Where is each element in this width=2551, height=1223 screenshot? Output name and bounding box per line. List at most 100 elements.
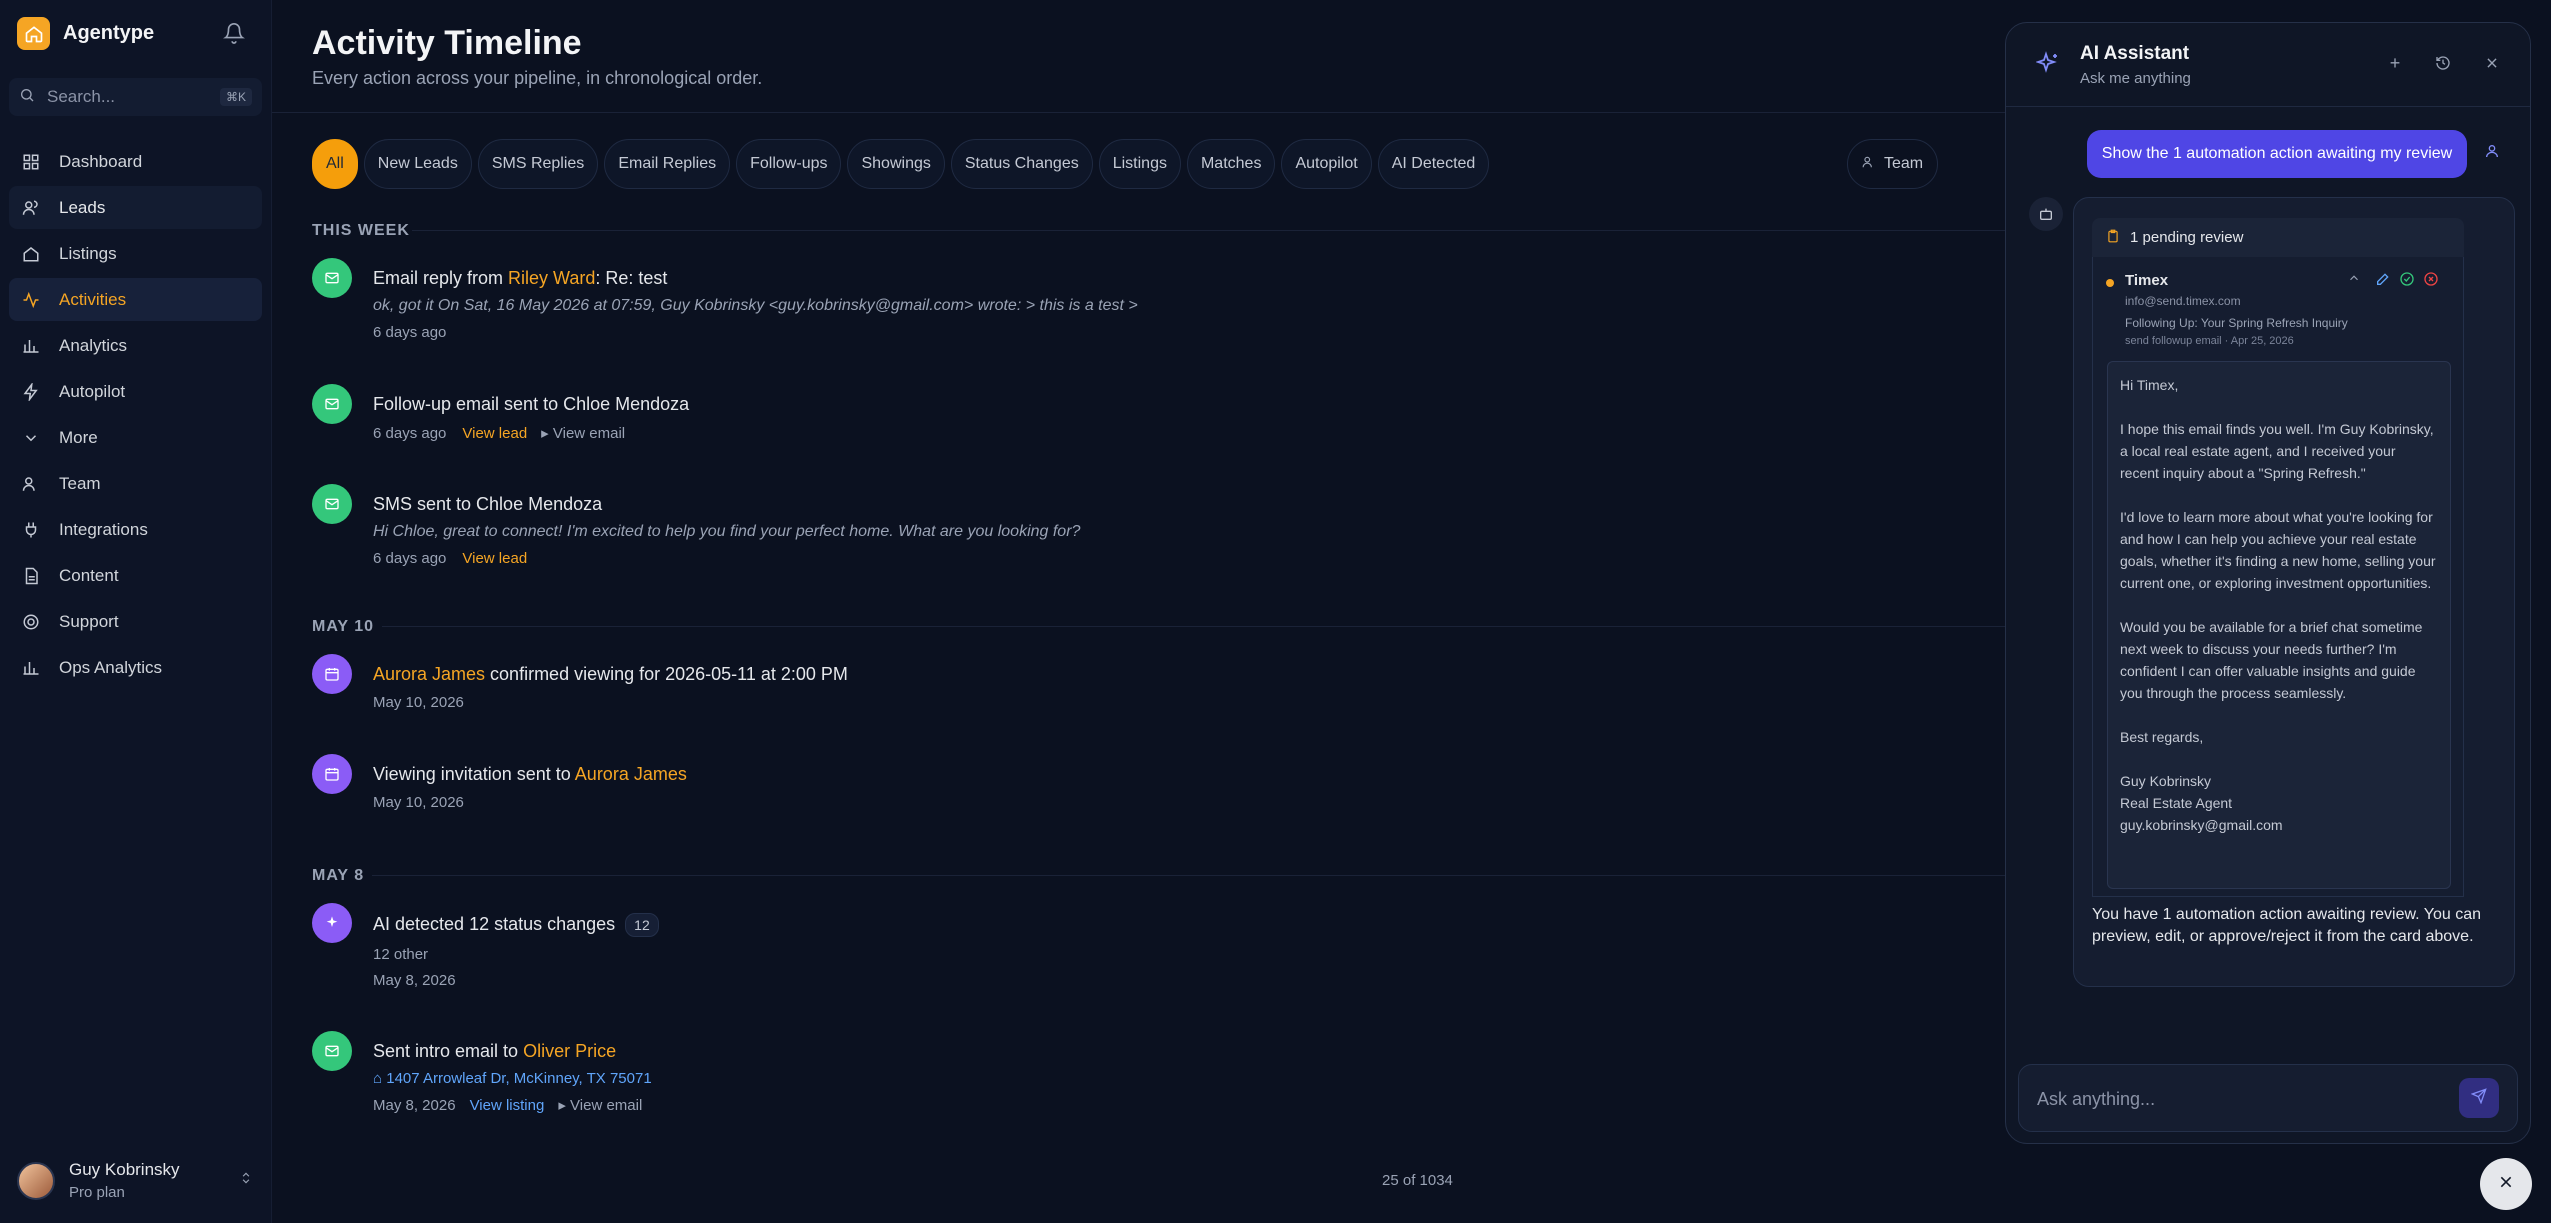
reject-icon[interactable] (2423, 271, 2441, 289)
divider (372, 875, 2005, 876)
search-input[interactable]: Search... ⌘K (9, 78, 262, 116)
pending-label: 1 pending review (2130, 229, 2244, 246)
team-filter-label: Team (1884, 155, 1924, 172)
filter-email-replies[interactable]: Email Replies (604, 139, 731, 189)
pending-review-header: 1 pending review (2092, 218, 2464, 257)
user-name: Guy Kobrinsky (69, 1160, 180, 1179)
sidebar-nav: Dashboard Leads Listings Activities Anal… (9, 140, 262, 692)
lead-link[interactable]: Aurora James (575, 764, 687, 784)
filter-new-leads[interactable]: New Leads (363, 139, 472, 189)
assistant-input[interactable]: Ask anything... (2018, 1064, 2518, 1132)
event-time: May 10, 2026 (373, 694, 464, 711)
clipboard-icon (2106, 229, 2120, 247)
sidebar-item-ops-analytics[interactable]: Ops Analytics (9, 646, 262, 689)
sidebar: Agentype Search... ⌘K Dashboard Leads Li… (0, 0, 272, 1223)
grid-icon (21, 152, 41, 172)
bell-icon[interactable] (223, 22, 247, 46)
brand[interactable]: Agentype (17, 17, 154, 50)
sidebar-item-content[interactable]: Content (9, 554, 262, 597)
sidebar-item-label: Activities (59, 289, 127, 309)
event-detail: 12 other (373, 946, 429, 963)
sparkles-icon (2035, 51, 2062, 77)
mail-icon (312, 384, 352, 424)
lead-link[interactable]: Oliver Price (523, 1041, 616, 1061)
mail-icon (312, 258, 352, 298)
plug-icon (21, 520, 41, 540)
sidebar-item-label: Listings (59, 243, 117, 263)
home-icon (17, 17, 50, 50)
activity-icon (21, 290, 41, 310)
divider (272, 112, 2005, 113)
close-icon (2498, 1174, 2514, 1195)
event-text: Email reply from (373, 268, 509, 288)
home-icon (21, 244, 41, 264)
filter-status-changes[interactable]: Status Changes (950, 139, 1093, 189)
filter-sms-replies[interactable]: SMS Replies (477, 139, 599, 189)
sidebar-item-activities[interactable]: Activities (9, 278, 262, 321)
sidebar-item-more[interactable]: More (9, 416, 262, 459)
sidebar-item-analytics[interactable]: Analytics (9, 324, 262, 367)
team-filter-button[interactable]: Team (1847, 139, 1939, 189)
event-text: Sent intro email to (373, 1041, 524, 1061)
mail-icon (312, 1031, 352, 1071)
view-email-link[interactable]: ▸ View email (558, 1096, 642, 1114)
event-quote: Hi Chloe, great to connect! I'm excited … (373, 523, 1081, 540)
filter-showings[interactable]: Showings (847, 139, 945, 189)
search-icon (19, 87, 35, 108)
sidebar-item-dashboard[interactable]: Dashboard (9, 140, 262, 183)
edit-icon[interactable] (2375, 271, 2393, 289)
view-listing-link[interactable]: View listing (470, 1097, 545, 1114)
sidebar-item-listings[interactable]: Listings (9, 232, 262, 275)
history-icon[interactable] (2431, 51, 2455, 75)
event-text: : Re: test (595, 268, 668, 288)
sidebar-item-support[interactable]: Support (9, 600, 262, 643)
assistant-subtitle: Ask me anything (2080, 70, 2191, 87)
assistant-header: AI Assistant Ask me anything + (2006, 23, 2530, 107)
sidebar-item-team[interactable]: Team (9, 462, 262, 505)
avatar (17, 1161, 55, 1200)
contact-name: Timex (2125, 272, 2169, 289)
view-lead-link[interactable]: View lead (462, 425, 527, 442)
event-title: Follow-up email sent to Chloe Mendoza (373, 394, 690, 414)
lifebuoy-icon (21, 612, 41, 632)
chevron-up-icon[interactable] (2347, 271, 2365, 289)
address-link[interactable]: ⌂ 1407 Arrowleaf Dr, McKinney, TX 75071 (373, 1070, 652, 1087)
zap-icon (21, 382, 41, 402)
plus-icon[interactable]: + (2383, 51, 2407, 75)
user-icon (2484, 143, 2504, 163)
approve-icon[interactable] (2399, 271, 2417, 289)
pending-action-card: Timex info@send.timex.com Following Up: … (2092, 257, 2464, 897)
close-icon[interactable] (2480, 51, 2504, 75)
filter-follow-ups[interactable]: Follow-ups (736, 139, 842, 189)
lead-link[interactable]: Riley Ward (508, 268, 595, 288)
event-title: AI detected 12 status changes (373, 914, 616, 934)
send-button[interactable] (2459, 1078, 2499, 1118)
filter-listings[interactable]: Listings (1098, 139, 1181, 189)
filter-ai-detected[interactable]: AI Detected (1377, 139, 1490, 189)
users-icon (21, 198, 41, 218)
filter-matches[interactable]: Matches (1186, 139, 1276, 189)
email-preview: Hi Timex, I hope this email finds you we… (2107, 361, 2451, 889)
sidebar-item-label: Dashboard (59, 151, 143, 171)
count-badge: 12 (625, 913, 659, 937)
sidebar-item-label: Support (59, 611, 119, 631)
event-text: Viewing invitation sent to (373, 764, 575, 784)
team-icon (1862, 155, 1876, 174)
sidebar-item-integrations[interactable]: Integrations (9, 508, 262, 551)
filter-autopilot[interactable]: Autopilot (1281, 139, 1372, 189)
sidebar-item-autopilot[interactable]: Autopilot (9, 370, 262, 413)
view-email-link[interactable]: ▸ View email (541, 424, 625, 442)
calendar-icon (312, 654, 352, 694)
filter-all[interactable]: All (312, 139, 358, 189)
lead-link[interactable]: Aurora James (373, 664, 485, 684)
close-assistant-button[interactable] (2480, 1158, 2532, 1210)
pagination-count: 25 of 1034 (1382, 1172, 1453, 1189)
sidebar-item-leads[interactable]: Leads (9, 186, 262, 229)
user-plan: Pro plan (69, 1184, 125, 1201)
team-icon (21, 474, 41, 494)
sidebar-item-label: Autopilot (59, 381, 126, 401)
view-lead-link[interactable]: View lead (462, 550, 527, 567)
event-time: May 8, 2026 (373, 972, 456, 989)
user-menu[interactable]: Guy Kobrinsky Pro plan (17, 1160, 253, 1201)
status-dot (2106, 279, 2114, 287)
